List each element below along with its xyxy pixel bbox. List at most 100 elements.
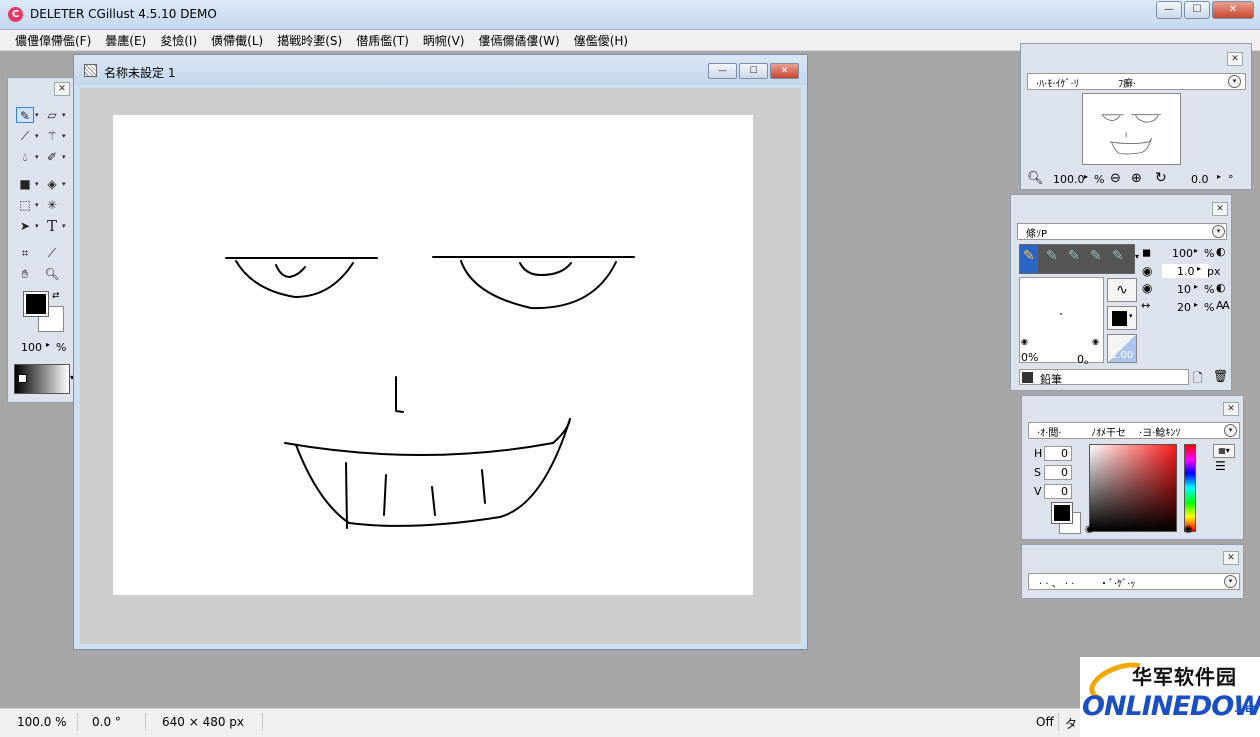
saturation-value-picker[interactable]	[1089, 444, 1177, 532]
eyedropper-tool-icon[interactable]: ⟋	[43, 245, 61, 261]
status-toggle[interactable]: Off	[1036, 715, 1054, 729]
tool-palette-close-icon[interactable]: ✕	[54, 82, 70, 96]
menu-layer[interactable]: 僙僀儎(L)	[204, 32, 270, 49]
chevron-down-icon[interactable]: ▾	[35, 176, 41, 192]
s-input[interactable]: 0	[1044, 465, 1072, 480]
brush-name-field[interactable]: 鉛筆	[1019, 369, 1189, 386]
zoom-arrow-icon[interactable]: ▸	[1084, 172, 1088, 181]
text-tool-icon[interactable]: T	[43, 218, 61, 234]
navigator-zoom-value[interactable]: 100.0	[1053, 173, 1085, 186]
chevron-down-icon[interactable]: ▾	[62, 149, 68, 165]
chevron-down-icon[interactable]: ▾	[35, 107, 41, 123]
crop-tool-icon[interactable]: ⌗	[16, 245, 34, 261]
chevron-down-icon[interactable]: ▾	[35, 149, 41, 165]
opacity-value[interactable]: 100	[21, 341, 42, 354]
pressure-toggle-icon[interactable]: ◐	[1216, 245, 1226, 258]
chevron-down-icon[interactable]: ▾	[35, 197, 41, 213]
tab-palette[interactable]: ﾉｵﾒ干セ	[1091, 424, 1126, 439]
chevron-down-icon[interactable]: ▾	[62, 176, 68, 192]
maximize-button[interactable]: ☐	[1184, 1, 1210, 19]
layer-menu-icon[interactable]: ▾	[1224, 575, 1237, 588]
hand-tool-icon[interactable]: ✋︎	[16, 266, 34, 282]
chevron-down-icon[interactable]: ▾	[62, 107, 68, 123]
zoom-out-icon[interactable]: ⊖	[1110, 171, 1121, 186]
menu-select[interactable]: 擖戦昤嬱(S)	[270, 32, 349, 49]
brush-panel-close-icon[interactable]: ✕	[1212, 202, 1228, 216]
brush-tool-icon[interactable]: ⟋	[16, 128, 34, 144]
chevron-down-icon[interactable]: ▾	[35, 218, 41, 234]
menu-file[interactable]: 儂僼傽僀儖(F)	[8, 32, 98, 49]
move-tool-icon[interactable]: ➤	[16, 218, 34, 234]
menu-view[interactable]: 昞帵(V)	[416, 32, 472, 49]
pressure-toggle-icon[interactable]: ◐	[1216, 281, 1226, 294]
minimize-button[interactable]: —	[1156, 1, 1182, 19]
airbrush-tool-icon[interactable]: ⚚	[43, 128, 61, 144]
brush-menu-icon[interactable]: ▾	[1212, 225, 1225, 238]
eraser-tool-icon[interactable]: ▱	[43, 107, 61, 123]
menu-help[interactable]: 僿儖僾(H)	[567, 32, 635, 49]
arrow-icon[interactable]: ▸	[1194, 246, 1198, 255]
arrow-icon[interactable]: ▸	[1197, 264, 1201, 273]
navigator-thumbnail[interactable]	[1082, 93, 1181, 165]
water-tool-icon[interactable]: 💧︎	[16, 149, 34, 165]
brush-value3[interactable]: 10	[1177, 283, 1191, 296]
doc-minimize-button[interactable]: —	[708, 63, 737, 79]
color-mode-button[interactable]: ▦▾	[1213, 444, 1235, 458]
menu-tool[interactable]: 僣乕儖(T)	[349, 32, 416, 49]
brush-value4[interactable]: 20	[1177, 301, 1191, 314]
doc-close-button[interactable]: ✕	[770, 63, 799, 79]
zoom-tool-icon[interactable]: 🔍︎	[43, 266, 61, 282]
tab-info[interactable]: ﾌ癬·	[1118, 75, 1136, 90]
hue-slider[interactable]	[1184, 444, 1196, 532]
menu-edit[interactable]: 曇廤(E)	[98, 32, 153, 49]
trash-icon[interactable]: 🗑︎	[1213, 369, 1228, 383]
color-fg-swatch[interactable]	[1051, 502, 1073, 524]
swap-colors-icon[interactable]: ⇄	[52, 291, 60, 301]
gradient-selector[interactable]	[14, 364, 70, 394]
preview-left-icon[interactable]: ◉	[1021, 337, 1028, 346]
drawing-canvas[interactable]	[113, 115, 753, 595]
text-aa-icon[interactable]: Ꜳ	[1216, 299, 1230, 312]
color-menu-icon[interactable]: ▾	[1224, 424, 1237, 437]
chevron-down-icon[interactable]: ▾	[62, 218, 68, 234]
foreground-color-swatch[interactable]	[23, 291, 49, 317]
doc-maximize-button[interactable]: ☐	[739, 63, 768, 79]
preview-right-icon[interactable]: ◉	[1092, 337, 1099, 346]
opacity-arrow-icon[interactable]: ▸	[46, 340, 50, 349]
navigator-rotate-value[interactable]: 0.0	[1191, 173, 1209, 186]
pen-tool-icon[interactable]: ✎	[16, 107, 34, 123]
navigator-close-icon[interactable]: ✕	[1227, 52, 1243, 66]
brush-strip-dropdown-icon[interactable]: ▾	[1135, 252, 1139, 261]
brush-color-button[interactable]: ▾	[1107, 306, 1137, 330]
bucket-tool-icon[interactable]: ◈	[43, 176, 61, 192]
new-preset-icon[interactable]: 🗋︎	[1193, 369, 1203, 390]
tab-layer[interactable]: · · 、 · ·	[1039, 575, 1074, 590]
rectangle-tool-icon[interactable]: ■	[16, 176, 34, 192]
brush-preset-strip[interactable]: ✎ ✎ ✎ ✎ ✎	[1019, 244, 1135, 274]
menu-image[interactable]: 夋憸(I)	[153, 32, 204, 49]
color-panel-close-icon[interactable]: ✕	[1223, 402, 1239, 416]
v-input[interactable]: 0	[1044, 484, 1072, 499]
selection-tool-icon[interactable]: ⬚	[16, 197, 34, 213]
tab-swatch[interactable]: ·ヨ·鯰ｷﾝｿ	[1139, 424, 1180, 439]
tab-color[interactable]: ·ｵ·閲·	[1037, 424, 1062, 439]
h-input[interactable]: 0	[1044, 446, 1072, 461]
magic-wand-tool-icon[interactable]: ✳	[43, 197, 61, 213]
zoom-in-icon[interactable]: ⊕	[1131, 171, 1142, 186]
tab-brush[interactable]: 條ｿP	[1026, 225, 1047, 240]
chevron-down-icon[interactable]: ▾	[62, 128, 68, 144]
close-button[interactable]: ✕	[1212, 1, 1254, 19]
arrow-icon[interactable]: ▸	[1194, 300, 1198, 309]
tab-navigator[interactable]: ·ﾊ·ﾓ·ｲｹﾞ·ﾘ	[1036, 75, 1079, 90]
arrow-icon[interactable]: ▸	[1194, 282, 1198, 291]
chevron-down-icon[interactable]: ▾	[35, 128, 41, 144]
rotate-icon[interactable]: ↻	[1155, 170, 1167, 186]
pressure-curve-button[interactable]: 1.00	[1107, 334, 1137, 363]
rotate-arrow-icon[interactable]: ▸	[1217, 172, 1221, 181]
navigator-menu-icon[interactable]: ▾	[1228, 75, 1241, 88]
menu-window[interactable]: 僂傿儞僪僂(W)	[471, 32, 566, 49]
curve-shape-button[interactable]: ∿	[1107, 278, 1137, 302]
color-list-icon[interactable]: ☰	[1215, 459, 1226, 473]
layer-panel-close-icon[interactable]: ✕	[1223, 551, 1239, 565]
brush-opacity-value[interactable]: 100	[1172, 247, 1193, 260]
